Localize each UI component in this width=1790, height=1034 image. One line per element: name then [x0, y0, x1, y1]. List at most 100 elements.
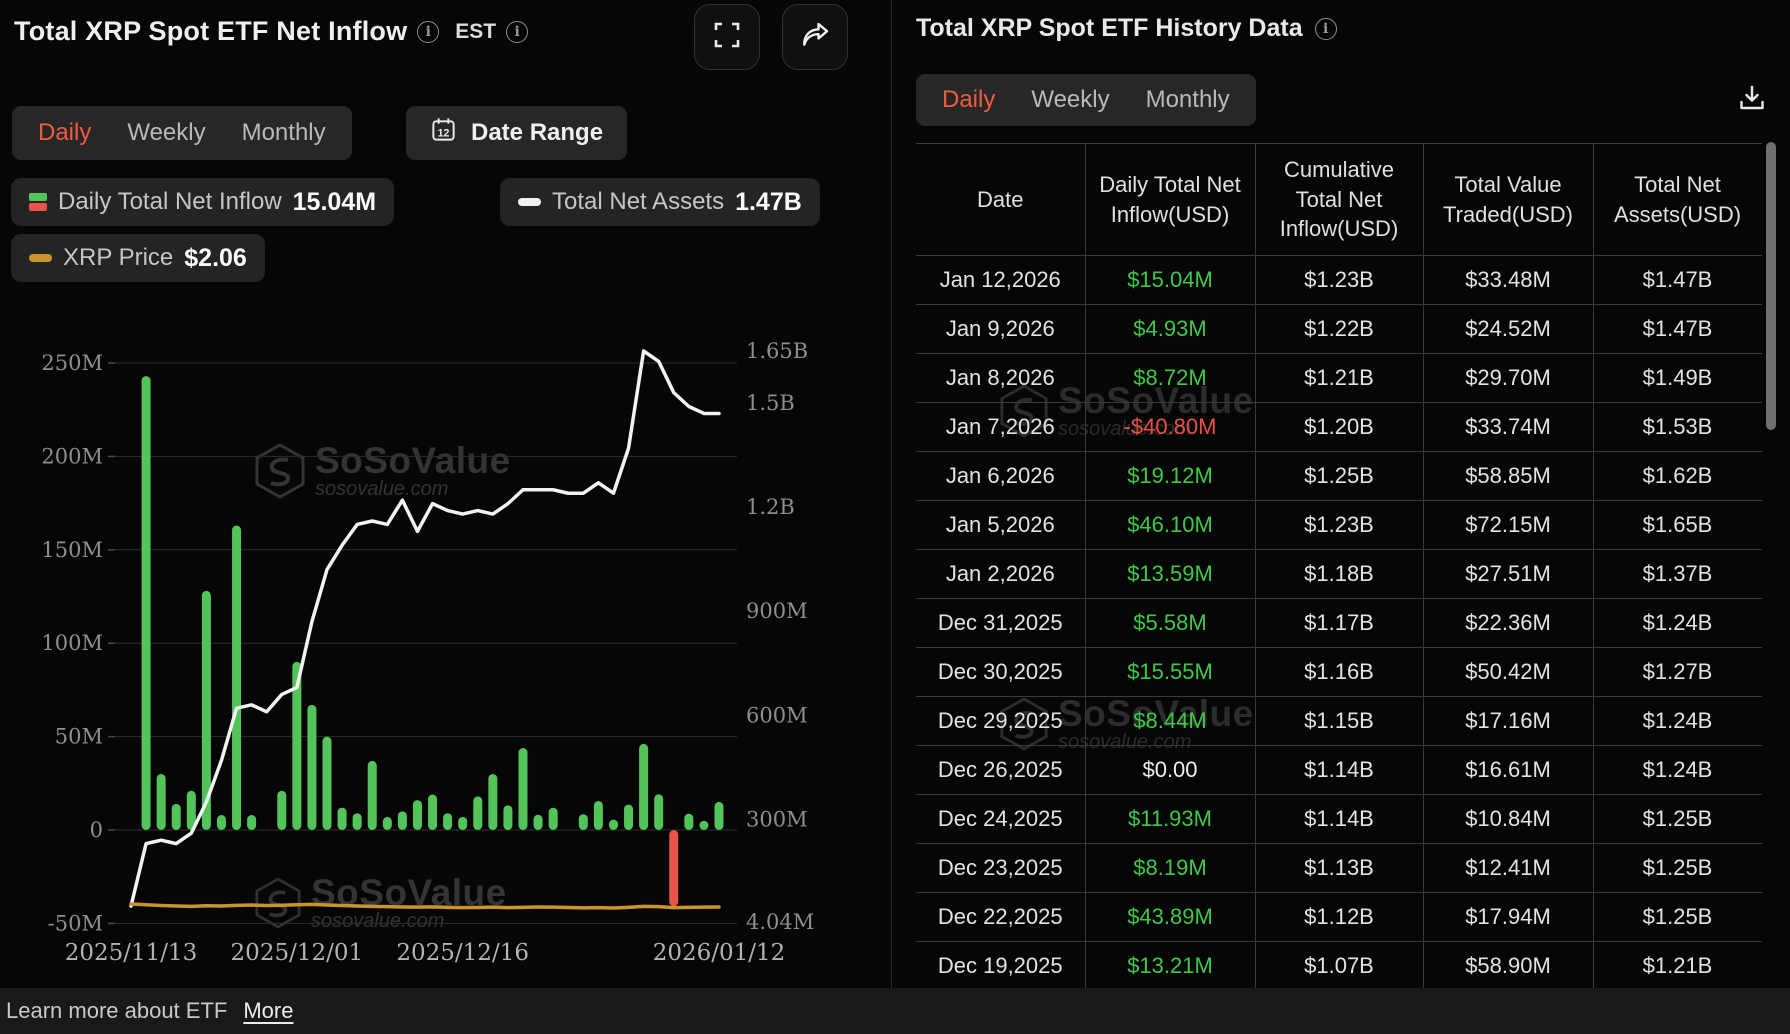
table-cell-assets: $1.25B [1592, 843, 1762, 893]
svg-text:50M: 50M [55, 725, 103, 749]
table-cell-assets: $1.47B [1592, 255, 1762, 305]
table-cell-assets: $1.24B [1592, 696, 1762, 746]
table-cell-assets: $1.25B [1592, 892, 1762, 942]
svg-text:1.2B: 1.2B [746, 495, 795, 519]
table-cell-cumulative: $1.12B [1254, 892, 1424, 942]
svg-text:900M: 900M [746, 599, 808, 623]
table-cell-daily: $46.10M [1084, 500, 1256, 550]
tab-daily[interactable]: Daily [942, 86, 995, 114]
svg-text:300M: 300M [746, 807, 808, 831]
etf-net-inflow-chart: 250M 200M 150M 100M 50M 0 -50M 1.65B 1.5B 1.2B 900… [41, 339, 814, 966]
table-cell-date: Jan 8,2026 [916, 353, 1086, 403]
table-cell-traded: $58.85M [1422, 451, 1594, 501]
table-cell-date: Dec 23,2025 [916, 843, 1086, 893]
table-row: Dec 19,2025 $13.21M $1.07B $58.90M $1.21B [916, 941, 1762, 988]
table-cell-cumulative: $1.07B [1254, 941, 1424, 988]
table-cell-cumulative: $1.21B [1254, 353, 1424, 403]
table-row: Jan 5,2026 $46.10M $1.23B $72.15M $1.65B [916, 500, 1762, 550]
svg-text:2026/01/12: 2026/01/12 [653, 940, 786, 966]
svg-text:250M: 250M [41, 351, 103, 375]
history-table: Date Daily Total Net Inflow(USD) Cumulativ… [916, 143, 1762, 988]
table-row: Dec 31,2025 $5.58M $1.17B $22.36M $1.24B [916, 598, 1762, 648]
table-row: Jan 9,2026 $4.93M $1.22B $24.52M $1.47B [916, 304, 1762, 354]
svg-text:2025/11/13: 2025/11/13 [65, 940, 198, 966]
table-cell-traded: $16.61M [1422, 745, 1594, 795]
table-cell-traded: $33.48M [1422, 255, 1594, 305]
svg-text:2025/12/01: 2025/12/01 [231, 940, 364, 966]
table-cell-cumulative: $1.23B [1254, 500, 1424, 550]
tab-weekly[interactable]: Weekly [1031, 86, 1109, 114]
table-header: Cumulative Total Net Inflow(USD) [1254, 143, 1424, 256]
svg-text:200M: 200M [41, 444, 103, 468]
table-cell-daily: $11.93M [1084, 794, 1256, 844]
table-cell-cumulative: $1.25B [1254, 451, 1424, 501]
svg-text:0: 0 [90, 818, 103, 842]
table-cell-cumulative: $1.18B [1254, 549, 1424, 599]
table-header: Total Value Traded(USD) [1422, 143, 1594, 256]
table-cell-date: Dec 31,2025 [916, 598, 1086, 648]
table-scrollbar[interactable] [1766, 142, 1776, 430]
table-cell-daily: -$40.80M [1084, 402, 1256, 452]
table-cell-daily: $0.00 [1084, 745, 1256, 795]
table-cell-daily: $15.04M [1084, 255, 1256, 305]
table-cell-traded: $58.90M [1422, 941, 1594, 988]
table-row: Dec 22,2025 $43.89M $1.12B $17.94M $1.25B [916, 892, 1762, 942]
panel-divider [891, 0, 892, 988]
svg-text:4.04M: 4.04M [746, 910, 814, 934]
table-cell-cumulative: $1.14B [1254, 745, 1424, 795]
table-cell-daily: $4.93M [1084, 304, 1256, 354]
table-cell-traded: $72.15M [1422, 500, 1594, 550]
table-cell-assets: $1.24B [1592, 598, 1762, 648]
xrp-etf-dashboard: Total XRP Spot ETF Net Inflow i EST i Da… [0, 0, 1790, 1034]
table-cell-daily: $13.59M [1084, 549, 1256, 599]
table-row: Jan 12,2026 $15.04M $1.23B $33.48M $1.47B [916, 255, 1762, 305]
table-header: Total Net Assets(USD) [1592, 143, 1762, 256]
download-button[interactable] [1734, 82, 1770, 118]
table-cell-cumulative: $1.16B [1254, 647, 1424, 697]
table-cell-assets: $1.21B [1592, 941, 1762, 988]
table-cell-daily: $8.19M [1084, 843, 1256, 893]
table-cell-daily: $13.21M [1084, 941, 1256, 988]
table-cell-assets: $1.24B [1592, 745, 1762, 795]
table-row: Dec 26,2025 $0.00 $1.14B $16.61M $1.24B [916, 745, 1762, 795]
footer-more-link[interactable]: More [243, 998, 293, 1024]
table-cell-date: Jan 2,2026 [916, 549, 1086, 599]
table-cell-daily: $5.58M [1084, 598, 1256, 648]
table-cell-date: Dec 24,2025 [916, 794, 1086, 844]
table-cell-traded: $29.70M [1422, 353, 1594, 403]
footer-bar: Learn more about ETF More [0, 988, 1790, 1034]
table-cell-assets: $1.49B [1592, 353, 1762, 403]
table-cell-cumulative: $1.13B [1254, 843, 1424, 893]
table-header: Daily Total Net Inflow(USD) [1084, 143, 1256, 256]
table-row: Dec 24,2025 $11.93M $1.14B $10.84M $1.25B [916, 794, 1762, 844]
table-cell-assets: $1.27B [1592, 647, 1762, 697]
table-cell-traded: $17.94M [1422, 892, 1594, 942]
table-row: Dec 29,2025 $8.44M $1.15B $17.16M $1.24B [916, 696, 1762, 746]
table-cell-traded: $24.52M [1422, 304, 1594, 354]
table-cell-date: Jan 12,2026 [916, 255, 1086, 305]
table-cell-date: Dec 30,2025 [916, 647, 1086, 697]
table-cell-daily: $15.55M [1084, 647, 1256, 697]
table-cell-traded: $10.84M [1422, 794, 1594, 844]
tab-monthly[interactable]: Monthly [1146, 86, 1230, 114]
svg-text:2025/12/16: 2025/12/16 [396, 940, 529, 966]
table-cell-date: Dec 29,2025 [916, 696, 1086, 746]
table-header: Date [916, 143, 1086, 256]
svg-text:1.65B: 1.65B [746, 339, 808, 363]
table-row: Jan 7,2026 -$40.80M $1.20B $33.74M $1.53B [916, 402, 1762, 452]
table-cell-assets: $1.65B [1592, 500, 1762, 550]
table-cell-cumulative: $1.15B [1254, 696, 1424, 746]
download-icon [1737, 83, 1767, 118]
table-cell-date: Jan 7,2026 [916, 402, 1086, 452]
table-cell-assets: $1.37B [1592, 549, 1762, 599]
table-cell-cumulative: $1.14B [1254, 794, 1424, 844]
table-row: Jan 8,2026 $8.72M $1.21B $29.70M $1.49B [916, 353, 1762, 403]
table-cell-assets: $1.53B [1592, 402, 1762, 452]
footer-text: Learn more about ETF [6, 998, 228, 1023]
svg-text:600M: 600M [746, 703, 808, 727]
table-row: Dec 30,2025 $15.55M $1.16B $50.42M $1.27B [916, 647, 1762, 697]
table-period-tabs: Daily Weekly Monthly [916, 74, 1256, 126]
info-icon[interactable]: i [1314, 17, 1337, 40]
svg-text:1.5B: 1.5B [746, 391, 795, 415]
table-cell-cumulative: $1.20B [1254, 402, 1424, 452]
